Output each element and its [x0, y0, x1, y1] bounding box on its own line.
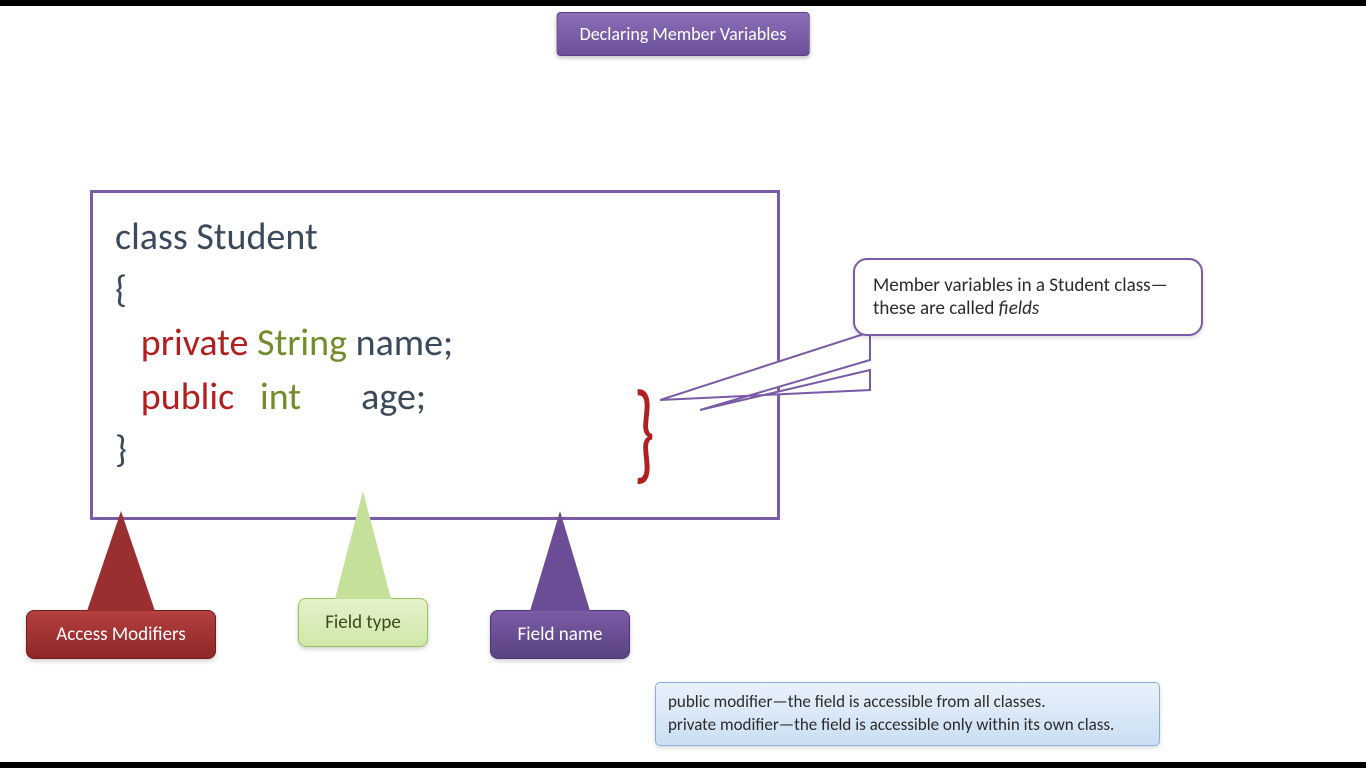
- label-access-modifiers: Access Modifiers: [26, 610, 216, 659]
- field1-type: String: [257, 320, 347, 366]
- brace-open: {: [115, 264, 755, 317]
- callout-italic: fields: [999, 297, 1040, 320]
- class-name: Student: [196, 214, 317, 260]
- label-field-type: Field type: [298, 598, 428, 647]
- info-line-1: public modifier—the field is accessible …: [668, 691, 1147, 714]
- field1-modifier: private: [141, 320, 249, 366]
- curly-brace-icon: }: [634, 364, 655, 499]
- field-line-1: private String name;: [115, 317, 755, 370]
- top-border: [0, 0, 1366, 6]
- title-banner: Declaring Member Variables: [557, 12, 810, 56]
- brace-close: }: [115, 424, 755, 477]
- class-keyword: class: [115, 214, 196, 260]
- member-callout: Member variables in a Student class—thes…: [853, 258, 1203, 336]
- field2-type: int: [260, 374, 301, 420]
- info-line-2: private modifier—the field is accessible…: [668, 714, 1147, 737]
- field1-name: name;: [356, 320, 454, 366]
- field2-name: age;: [361, 374, 426, 420]
- code-class-decl: class Student: [115, 211, 755, 264]
- field-line-2: public int age;: [115, 371, 755, 424]
- modifier-info-box: public modifier—the field is accessible …: [655, 682, 1160, 746]
- label-field-name: Field name: [490, 610, 630, 659]
- code-box: class Student { private String name; pub…: [90, 190, 780, 520]
- field2-modifier: public: [141, 374, 234, 420]
- bottom-border: [0, 762, 1366, 768]
